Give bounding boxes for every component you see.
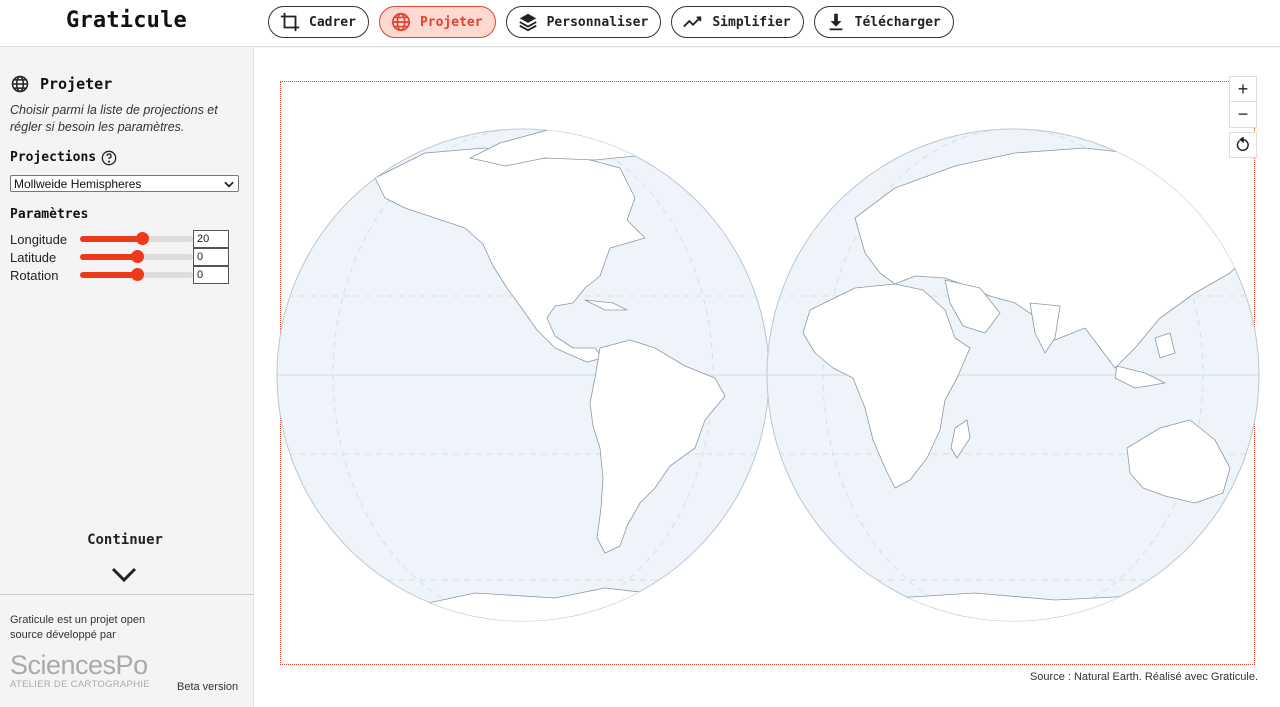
slider-thumb[interactable] [136, 232, 150, 245]
nav-label: Simplifier [712, 14, 791, 30]
nav-label: Personnaliser [546, 14, 649, 30]
latitude-slider[interactable] [80, 250, 193, 263]
panel-description: Choisir parmi la liste de projections et… [10, 103, 218, 134]
slider-fill [80, 272, 137, 278]
rotation-input[interactable]: 0 [193, 266, 229, 284]
crop-icon [280, 12, 300, 32]
divider [0, 594, 254, 595]
main-nav: Cadrer Projeter Personnaliser Simplifier [268, 6, 954, 38]
slider-thumb[interactable] [130, 250, 144, 263]
map-area[interactable]: + − Source : Natural Earth. Réalisé avec… [255, 48, 1280, 707]
nav-button-personnaliser[interactable]: Personnaliser [505, 6, 662, 38]
chevron-down-icon[interactable] [111, 566, 137, 584]
zoom-controls: + − [1229, 76, 1257, 158]
panel-title: Projeter [10, 74, 112, 94]
logo-name: SciencesPo [10, 650, 148, 680]
world-map[interactable] [255, 48, 1280, 707]
slider-thumb[interactable] [130, 268, 144, 281]
longitude-slider[interactable] [80, 232, 193, 245]
param-label: Longitude [10, 231, 68, 247]
map-source: Source : Natural Earth. Réalisé avec Gra… [1029, 671, 1258, 683]
projection-select-value: Mollweide Hemispheres [14, 176, 142, 191]
zoom-in-button[interactable]: + [1229, 76, 1257, 102]
download-icon [829, 13, 843, 31]
beta-label: Beta version [177, 681, 239, 693]
eastern-hemisphere [766, 128, 1260, 622]
projections-label: Projections [10, 150, 97, 165]
line-chart-icon [683, 16, 702, 28]
nav-button-simplifier[interactable]: Simplifier [671, 6, 804, 38]
latitude-input[interactable]: 0 [193, 248, 229, 266]
app-title: Graticule [66, 8, 188, 33]
panel-title-text: Projeter [40, 75, 113, 93]
slider-fill [80, 236, 143, 242]
zoom-out-button[interactable]: − [1229, 102, 1257, 128]
nav-label: Projeter [419, 14, 483, 30]
layers-icon [518, 13, 537, 32]
sciencespo-logo[interactable]: SciencesPo ATELIER DE CARTOGRAPHIE [10, 651, 150, 690]
chevron-down-icon [224, 181, 234, 188]
globe-icon [11, 75, 29, 93]
parameters-label: Paramètres [10, 207, 89, 222]
sidebar: Projeter Choisir parmi la liste de proje… [0, 48, 254, 707]
continue-button[interactable]: Continuer [0, 532, 250, 548]
longitude-input[interactable]: 20 [193, 230, 229, 248]
western-hemisphere [276, 128, 770, 622]
rotation-slider[interactable] [80, 268, 193, 281]
nav-button-telecharger[interactable]: Télécharger [813, 6, 954, 38]
reset-view-button[interactable] [1229, 132, 1257, 158]
globe-icon [391, 12, 411, 32]
nav-button-cadrer[interactable]: Cadrer [268, 6, 369, 38]
nav-label: Cadrer [309, 14, 356, 30]
slider-fill [80, 254, 137, 260]
param-label: Latitude [10, 249, 57, 265]
header: Graticule Cadrer Projeter Personnaliser [0, 0, 1280, 47]
help-icon[interactable] [101, 150, 117, 166]
param-label: Rotation [10, 267, 59, 283]
projection-select[interactable]: Mollweide Hemispheres [10, 175, 239, 192]
reset-icon [1236, 137, 1249, 152]
nav-label: Télécharger [854, 14, 941, 30]
logo-subtitle: ATELIER DE CARTOGRAPHIE [10, 679, 150, 690]
nav-button-projeter[interactable]: Projeter [378, 6, 496, 38]
credit-text: Graticule est un projet open source déve… [10, 614, 146, 641]
